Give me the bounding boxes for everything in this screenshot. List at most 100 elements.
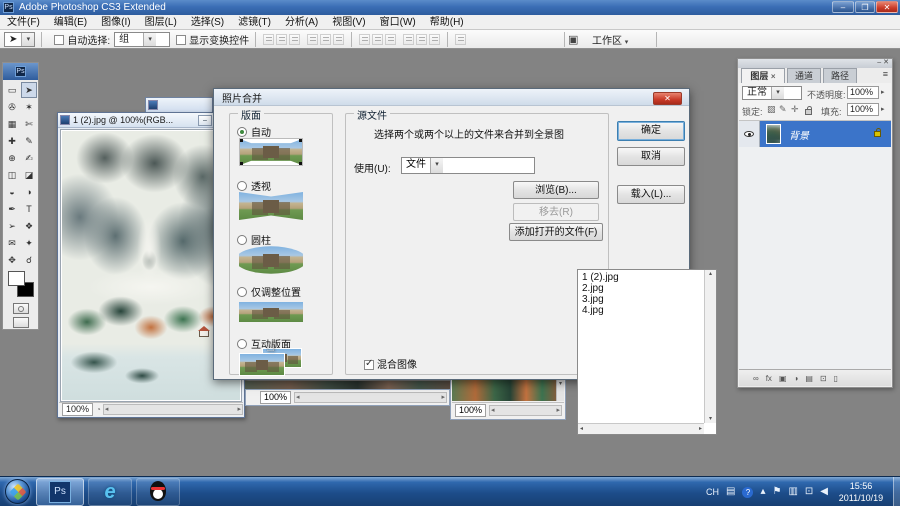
menu-item-select[interactable]: 选择(S) (184, 15, 231, 30)
distribute-vcenter-icon[interactable] (372, 34, 383, 45)
vertical-scrollbar[interactable]: ▴ ▾ (704, 270, 716, 423)
layout-option-perspective[interactable]: 透视 (237, 178, 271, 193)
scroll-left-icon[interactable]: ◂ (491, 406, 495, 415)
hand-tool[interactable]: ✥ (4, 252, 20, 268)
network-tray-icon[interactable]: ⊡ (805, 487, 813, 497)
panel-menu-icon[interactable]: ≡ (883, 69, 888, 79)
show-desktop-button[interactable] (893, 477, 900, 506)
opacity-slider-icon[interactable]: ▸ (881, 88, 885, 96)
file-list-item[interactable]: 3.jpg (578, 294, 716, 305)
pen-tool[interactable]: ✒ (4, 201, 20, 217)
keyboard-tray-icon[interactable]: ▤ (726, 487, 735, 497)
align-bottom-icon[interactable] (289, 34, 300, 45)
panel-minimize-icon[interactable]: – (877, 59, 881, 66)
lock-paint-icon[interactable]: ✎ (779, 104, 787, 115)
bridge-icon[interactable]: ▣ (568, 33, 578, 46)
blend-images-option[interactable]: 混合图像 (364, 356, 417, 371)
fill-value-field[interactable]: 100% (847, 103, 879, 116)
scroll-down-icon[interactable]: ▾ (705, 415, 716, 422)
align-right-icon[interactable] (333, 34, 344, 45)
scroll-right-icon[interactable]: ▸ (699, 424, 702, 434)
tab-layers[interactable]: 图层 × (741, 68, 785, 83)
layout-thumb-perspective[interactable] (239, 192, 303, 220)
screen-mode-button[interactable] (13, 317, 29, 328)
tab-close-icon[interactable]: × (771, 72, 776, 81)
magic-wand-tool[interactable]: ✶ (21, 99, 37, 115)
menu-item-file[interactable]: 文件(F) (0, 15, 47, 30)
remove-button[interactable]: 移去(R) (513, 203, 599, 221)
auto-select-checkbox[interactable] (54, 35, 64, 45)
opacity-value-field[interactable]: 100% (847, 86, 879, 99)
scroll-down-icon[interactable]: ▾ (559, 381, 562, 387)
path-selection-tool[interactable]: ➢ (4, 218, 20, 234)
volume-tray-icon[interactable]: ◀ (820, 487, 828, 497)
scroll-left-icon[interactable]: ◂ (296, 393, 300, 402)
gradient-tool[interactable]: ◪ (21, 167, 37, 183)
lock-transparency-icon[interactable]: ▨ (767, 104, 776, 115)
adjustment-layer-icon[interactable]: ◑ (794, 374, 799, 383)
horizontal-scrollbar[interactable]: ◂ ▸ (103, 404, 243, 415)
help-tray-icon[interactable]: ? (742, 487, 753, 498)
load-button[interactable]: 载入(L)... (617, 185, 685, 204)
lock-all-icon[interactable] (805, 109, 812, 115)
taskbar-ie-button[interactable]: e (88, 478, 132, 506)
browse-button[interactable]: 浏览(B)... (513, 181, 599, 199)
background-window-title-corner[interactable] (145, 97, 213, 112)
radio-reposition[interactable] (237, 287, 247, 297)
blend-images-checkbox[interactable] (364, 360, 374, 370)
lock-position-icon[interactable]: ✛ (791, 104, 799, 115)
scroll-up-icon[interactable]: ▴ (705, 270, 716, 277)
link-layers-icon[interactable]: ∞ (753, 374, 759, 383)
horizontal-scrollbar[interactable]: ◂ ▸ (489, 405, 562, 416)
vertical-scrollbar[interactable]: ▾ (556, 380, 564, 401)
healing-brush-tool[interactable]: ✚ (4, 133, 20, 149)
eraser-tool[interactable]: ◫ (4, 167, 20, 183)
eyedropper-tool[interactable]: ✦ (21, 235, 37, 251)
custom-shape-tool[interactable]: ❖ (21, 218, 37, 234)
distribute-left-icon[interactable] (403, 34, 414, 45)
slice-tool[interactable]: ✄ (21, 116, 37, 132)
radio-auto[interactable] (237, 127, 247, 137)
file-list-item[interactable]: 4.jpg (578, 305, 716, 316)
file-list-item[interactable]: 1 (2).jpg (578, 272, 716, 283)
auto-align-icon[interactable] (455, 34, 466, 45)
action-center-flag-icon[interactable]: ⚑ (772, 487, 781, 497)
layer-row-background[interactable]: 背景 (739, 121, 891, 147)
scroll-right-icon[interactable]: ▸ (237, 405, 241, 414)
history-brush-tool[interactable]: ✍ (21, 150, 37, 166)
distribute-hcenter-icon[interactable] (416, 34, 427, 45)
rectangular-marquee-tool[interactable]: ▭ (4, 82, 20, 98)
menu-item-view[interactable]: 视图(V) (325, 15, 372, 30)
align-hcenter-icon[interactable] (320, 34, 331, 45)
zoom-tool[interactable]: ☌ (21, 252, 37, 268)
radio-cylindrical[interactable] (237, 235, 247, 245)
horizontal-scrollbar[interactable]: ◂ ▸ (578, 423, 704, 434)
new-layer-icon[interactable]: ⊡ (820, 374, 827, 383)
radio-interactive[interactable] (237, 339, 247, 349)
taskbar-photoshop-button[interactable]: Ps (36, 478, 84, 506)
foreground-color-swatch[interactable] (8, 271, 25, 286)
quick-mask-button[interactable] (13, 303, 29, 314)
clone-stamp-tool[interactable]: ⊕ (4, 150, 20, 166)
zoom-level-field[interactable]: 100% (62, 403, 93, 416)
menu-item-layer[interactable]: 图层(L) (138, 15, 184, 30)
layer-list-empty-area[interactable] (739, 147, 891, 369)
radio-perspective[interactable] (237, 181, 247, 191)
menu-item-edit[interactable]: 编辑(E) (47, 15, 94, 30)
ok-button[interactable]: 确定 (617, 121, 685, 141)
scroll-left-icon[interactable]: ◂ (105, 405, 109, 414)
layer-name[interactable]: 背景 (789, 127, 809, 142)
show-transform-checkbox[interactable] (176, 35, 186, 45)
distribute-bottom-icon[interactable] (385, 34, 396, 45)
lasso-tool[interactable]: ✇ (4, 99, 20, 115)
start-button[interactable] (5, 479, 30, 504)
move-tool[interactable]: ➤ (21, 82, 37, 98)
horizontal-scrollbar[interactable]: ◂ ▸ (294, 392, 447, 403)
notes-tool[interactable]: ✉ (4, 235, 20, 251)
auto-select-scope-dropdown[interactable]: 组 ▾ (114, 32, 170, 47)
crop-tool[interactable]: ▦ (4, 116, 20, 132)
blur-tool[interactable]: ◒ (4, 184, 20, 200)
align-top-icon[interactable] (263, 34, 274, 45)
doc-minimize-button[interactable]: – (198, 115, 212, 126)
layout-option-reposition[interactable]: 仅调整位置 (237, 284, 301, 299)
